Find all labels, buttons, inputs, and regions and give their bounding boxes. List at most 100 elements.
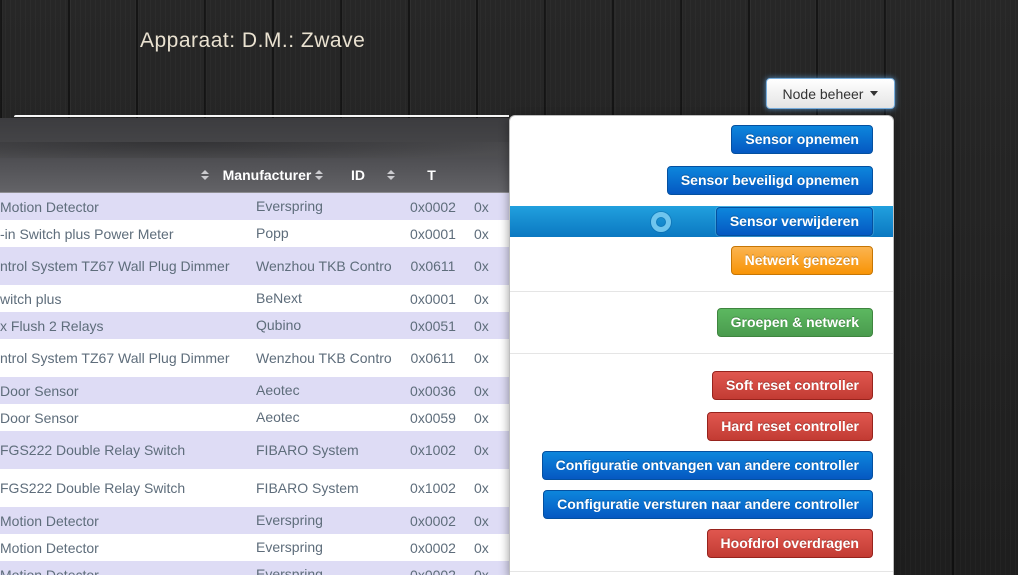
device-row[interactable]: Motion Detector Everspring 0x0002 0x xyxy=(0,561,509,575)
device-name: FGS222 Double Relay Switch xyxy=(0,480,186,496)
device-manufacturer: Aeotec xyxy=(256,382,300,398)
device-row[interactable]: witch plus BeNext 0x0001 0x xyxy=(0,285,509,312)
device-id: 0x0036 xyxy=(410,382,456,399)
device-manufacturer: Qubino xyxy=(256,317,302,333)
device-type: 0x xyxy=(474,566,489,575)
device-id: 0x1002 xyxy=(410,442,456,458)
menu-row: Soft reset controller xyxy=(510,371,893,400)
menu-divider xyxy=(510,353,893,354)
node-beheer-label: Node beheer xyxy=(782,85,864,102)
device-id: 0x0001 xyxy=(410,290,456,307)
column-header-type[interactable]: T xyxy=(399,158,509,192)
device-name: Motion Detector xyxy=(0,539,99,556)
device-manufacturer: BeNext xyxy=(256,290,302,306)
groepen-netwerk-button[interactable]: Groepen & netwerk xyxy=(716,308,873,337)
device-type: 0x xyxy=(474,198,489,215)
column-header-product[interactable] xyxy=(0,158,215,192)
device-id: 0x0001 xyxy=(410,225,456,242)
node-menu-panel: Sensor opnemen Sensor beveiligd opnemen Se… xyxy=(509,115,894,575)
device-id: 0x0002 xyxy=(410,198,456,215)
device-row[interactable]: Motion Detector Everspring 0x0002 0x xyxy=(0,507,509,534)
menu-row: Sensor verwijderen xyxy=(510,206,893,237)
device-manufacturer: FIBARO System xyxy=(256,479,359,496)
hard-reset-controller-button[interactable]: Hard reset controller xyxy=(707,412,873,441)
menu-row: Hoofdrol overdragen xyxy=(510,529,893,558)
loading-spinner-icon xyxy=(651,211,671,232)
soft-reset-controller-button[interactable]: Soft reset controller xyxy=(711,371,873,400)
device-row[interactable]: Door Sensor Aeotec 0x0036 0x xyxy=(0,377,509,404)
device-row[interactable]: x Flush 2 Relays Qubino 0x0051 0x xyxy=(0,312,509,339)
device-name: -in Switch plus Power Meter xyxy=(0,225,174,242)
device-id: 0x0002 xyxy=(410,512,456,529)
configuratie-versturen-button[interactable]: Configuratie versturen naar andere contr… xyxy=(543,490,873,519)
device-name: Door Sensor xyxy=(0,409,79,426)
device-id: 0x0059 xyxy=(410,409,456,426)
device-name: ntrol System TZ67 Wall Plug Dimmer xyxy=(0,258,230,274)
menu-row: Sensor beveiligd opnemen xyxy=(510,166,893,195)
device-type: 0x xyxy=(474,539,489,556)
device-manufacturer: Everspring xyxy=(256,539,323,555)
device-row[interactable]: Door Sensor Aeotec 0x0059 0x xyxy=(0,404,509,431)
menu-divider xyxy=(510,291,893,292)
menu-row: Groepen & netwerk xyxy=(510,308,893,337)
device-manufacturer: Wenzhou TKB Control System xyxy=(256,257,392,274)
device-row[interactable]: FGS222 Double Relay Switch FIBARO System 0… xyxy=(0,431,509,469)
menu-row: Netwerk genezen xyxy=(510,246,893,275)
device-name: Door Sensor xyxy=(0,382,79,399)
configuratie-ontvangen-button[interactable]: Configuratie ontvangen van andere contro… xyxy=(541,451,873,480)
menu-row: Sensor opnemen xyxy=(510,125,893,154)
device-name: FGS222 Double Relay Switch xyxy=(0,442,186,458)
device-name: Motion Detector xyxy=(0,198,99,215)
sensor-opnemen-button[interactable]: Sensor opnemen xyxy=(731,125,873,154)
device-id: 0x0051 xyxy=(410,317,456,334)
menu-divider xyxy=(510,571,893,572)
netwerk-genezen-button[interactable]: Netwerk genezen xyxy=(730,246,873,275)
sort-icon[interactable] xyxy=(314,170,323,180)
device-name: Motion Detector xyxy=(0,512,99,529)
device-name: x Flush 2 Relays xyxy=(0,317,104,334)
caret-down-icon xyxy=(870,91,879,96)
device-name: Motion Detector xyxy=(0,566,99,575)
device-type: 0x xyxy=(474,512,489,529)
table-panel-heading xyxy=(0,118,509,158)
device-manufacturer: Everspring xyxy=(256,566,323,575)
device-manufacturer: Wenzhou TKB Control System xyxy=(256,349,392,366)
device-row[interactable]: ntrol System TZ67 Wall Plug Dimmer Wenzho… xyxy=(0,247,509,285)
column-header-id[interactable]: ID xyxy=(331,158,399,192)
menu-row: Configuratie versturen naar andere contr… xyxy=(510,490,893,519)
device-manufacturer: Everspring xyxy=(256,512,323,528)
device-type: 0x xyxy=(474,225,489,242)
device-type: 0x xyxy=(474,258,489,274)
page-title: Apparaat: D.M.: Zwave xyxy=(140,29,366,52)
device-row[interactable]: FGS222 Double Relay Switch FIBARO System 0… xyxy=(0,469,509,507)
device-id: 0x0611 xyxy=(410,350,456,366)
device-type: 0x xyxy=(474,290,489,307)
device-manufacturer: FIBARO System xyxy=(256,441,359,458)
device-type: 0x xyxy=(474,442,489,458)
hoofdrol-overdragen-button[interactable]: Hoofdrol overdragen xyxy=(706,529,873,558)
device-row[interactable]: Motion Detector Everspring 0x0002 0x xyxy=(0,534,509,561)
column-header-manufacturer[interactable]: Manufacturer xyxy=(215,158,331,192)
node-beheer-button[interactable]: Node beheer xyxy=(766,78,895,109)
device-table: Motion Detector Everspring 0x0002 0x -in Swi… xyxy=(0,193,509,575)
device-id: 0x0002 xyxy=(410,539,456,556)
device-name: ntrol System TZ67 Wall Plug Dimmer xyxy=(0,350,230,366)
sensor-verwijderen-button[interactable]: Sensor verwijderen xyxy=(715,207,873,236)
menu-row: Hard reset controller xyxy=(510,412,893,441)
device-id: 0x0002 xyxy=(410,566,456,575)
device-row[interactable]: -in Switch plus Power Meter Popp 0x0001 0x xyxy=(0,220,509,247)
panel-top-border xyxy=(14,115,509,117)
device-manufacturer: Popp xyxy=(256,225,289,241)
device-type: 0x xyxy=(474,409,489,426)
menu-row: Configuratie ontvangen van andere contro… xyxy=(510,451,893,480)
device-row[interactable]: ntrol System TZ67 Wall Plug Dimmer Wenzho… xyxy=(0,339,509,377)
device-type: 0x xyxy=(474,480,489,496)
sort-icon[interactable] xyxy=(200,170,209,180)
device-manufacturer: Aeotec xyxy=(256,409,300,425)
device-id: 0x0611 xyxy=(410,258,456,274)
device-row[interactable]: Motion Detector Everspring 0x0002 0x xyxy=(0,193,509,220)
sort-icon[interactable] xyxy=(387,170,396,180)
device-name: witch plus xyxy=(0,290,62,307)
device-id: 0x1002 xyxy=(410,480,456,496)
sensor-beveiligd-opnemen-button[interactable]: Sensor beveiligd opnemen xyxy=(666,166,873,195)
